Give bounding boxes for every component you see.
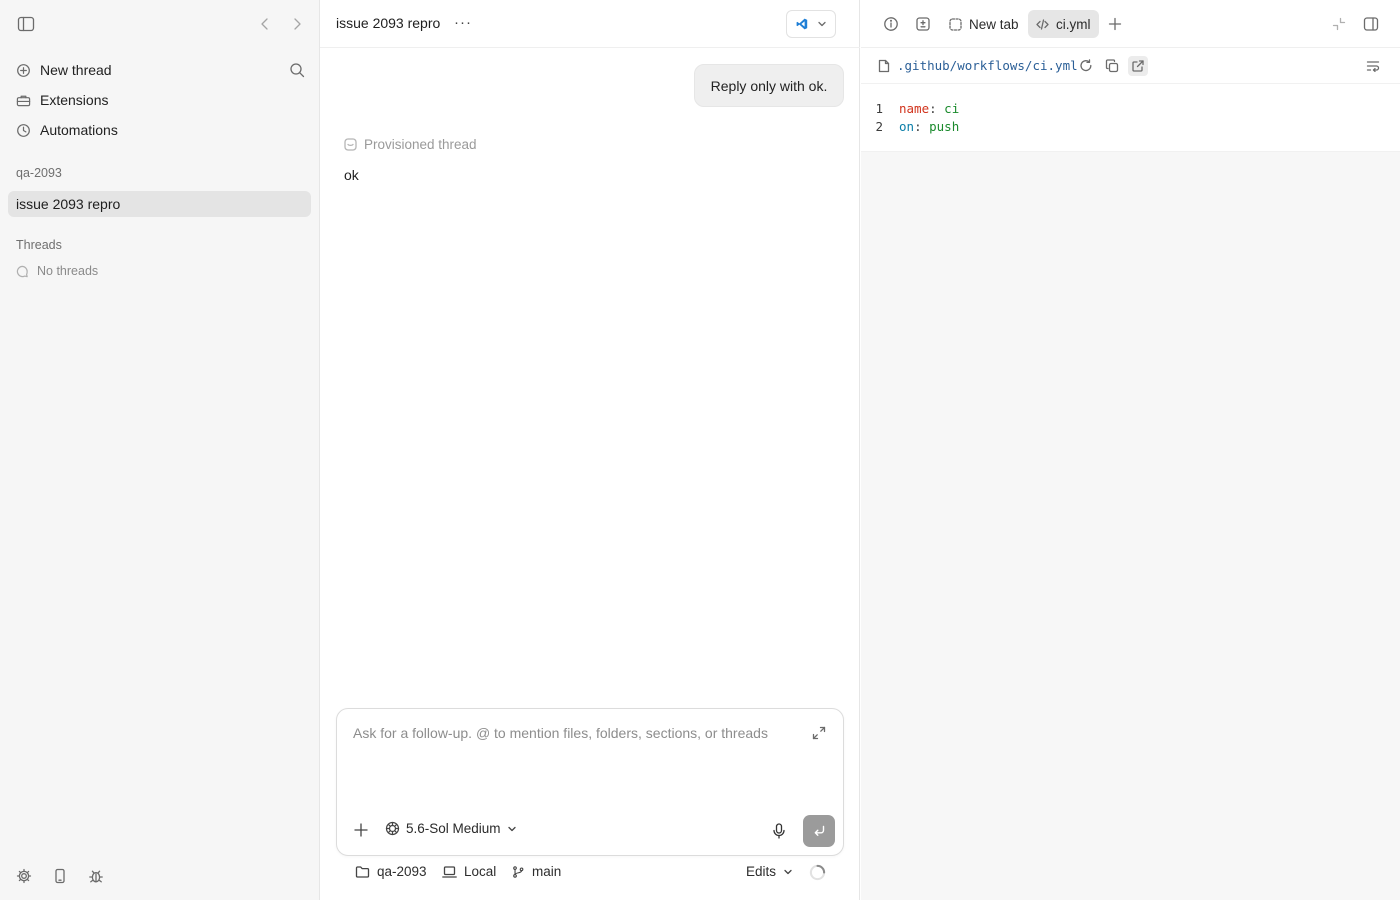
automations-label: Automations <box>40 122 118 138</box>
chat-bubble-icon <box>16 265 28 277</box>
model-selector[interactable]: 5.6-Sol Medium <box>385 821 517 836</box>
toolbox-icon <box>16 95 31 106</box>
sidebar-toggle-icon[interactable] <box>17 16 35 32</box>
file-icon <box>878 59 890 73</box>
chevron-down-icon <box>817 21 826 27</box>
word-wrap-icon[interactable] <box>1366 59 1380 73</box>
tab-label: ci.yml <box>1056 16 1091 32</box>
sidebar-thread-item[interactable]: issue 2093 repro <box>8 191 311 217</box>
git-branch-icon <box>513 865 524 878</box>
yaml-separator: : <box>929 101 937 116</box>
code-icon <box>1036 18 1049 30</box>
copy-icon[interactable] <box>1105 59 1119 73</box>
empty-threads: No threads <box>16 264 98 278</box>
chevron-down-icon <box>507 826 516 831</box>
environment-label: Local <box>464 864 497 879</box>
line-number: 2 <box>875 119 883 134</box>
panel-toggle-icon[interactable] <box>1363 16 1379 32</box>
line-number: 1 <box>875 101 883 116</box>
empty-threads-label: No threads <box>37 264 99 278</box>
info-icon[interactable] <box>883 16 899 32</box>
clock-icon <box>17 123 30 137</box>
provisioned-thread-status: Provisioned thread <box>344 137 477 152</box>
tab-ci-yml[interactable]: ci.yml <box>1028 10 1099 38</box>
new-thread-button[interactable]: New thread <box>16 59 112 81</box>
external-link-icon <box>1132 60 1144 72</box>
laptop-icon <box>442 865 457 878</box>
yaml-value: ci <box>944 101 960 116</box>
search-icon[interactable] <box>289 62 305 78</box>
follow-up-input[interactable] <box>353 725 793 741</box>
open-external-button[interactable] <box>1128 56 1148 76</box>
composer: 5.6-Sol Medium <box>336 708 844 856</box>
edits-label: Edits <box>746 864 777 879</box>
edits-dropdown[interactable]: Edits <box>746 864 793 879</box>
plus-circle-icon <box>17 63 30 77</box>
phone-icon[interactable] <box>52 868 68 884</box>
expand-icon[interactable] <box>812 726 826 740</box>
assistant-reply: ok <box>344 167 359 183</box>
more-options-icon[interactable]: ··· <box>454 14 472 31</box>
sidebar: New thread Extensions Automations qa-209… <box>0 0 320 900</box>
thread-title: issue 2093 repro <box>336 15 441 31</box>
tab-label: New tab <box>969 16 1019 32</box>
yaml-value: push <box>929 119 960 134</box>
folder-selector[interactable]: qa-2093 <box>355 864 427 879</box>
project-label[interactable]: qa-2093 <box>16 166 62 180</box>
code-line: 1 name: ci <box>861 101 959 119</box>
sidebar-header <box>0 0 320 48</box>
editor-panel: New tab ci.yml .github/workflows/ci.yml <box>861 0 1400 900</box>
yaml-key: name <box>899 101 930 116</box>
folder-icon <box>355 865 370 878</box>
new-thread-label: New thread <box>40 62 112 78</box>
chat-panel: issue 2093 repro ··· Reply only with ok.… <box>320 0 860 900</box>
open-in-editor-button[interactable] <box>786 10 836 38</box>
yaml-separator: : <box>914 119 922 134</box>
diff-icon[interactable] <box>915 16 931 32</box>
loading-spinner-icon <box>809 864 826 881</box>
code-view[interactable]: 1 name: ci 2 on: push <box>861 84 1400 152</box>
dashed-square-icon <box>949 17 962 31</box>
microphone-icon[interactable] <box>772 823 786 839</box>
provisioned-label: Provisioned thread <box>364 137 477 152</box>
branch-selector[interactable]: main <box>512 864 561 879</box>
refresh-icon[interactable] <box>1079 59 1093 73</box>
send-button[interactable] <box>803 815 835 847</box>
file-path[interactable]: .github/workflows/ci.yml <box>897 58 1078 73</box>
folder-label: qa-2093 <box>377 864 427 879</box>
chat-header: issue 2093 repro ··· <box>320 0 860 48</box>
vscode-icon <box>796 18 807 30</box>
user-message: Reply only with ok. <box>694 64 844 107</box>
collapse-icon[interactable] <box>1331 16 1347 32</box>
chevron-down-icon <box>784 869 792 874</box>
editor-tab-bar: New tab ci.yml <box>861 0 1400 48</box>
add-attachment-icon[interactable] <box>354 823 368 837</box>
gear-icon[interactable] <box>16 868 32 884</box>
provisioned-icon <box>344 138 357 151</box>
extensions-button[interactable]: Extensions <box>16 89 108 111</box>
tab-new-tab[interactable]: New tab <box>941 10 1027 38</box>
file-bar: .github/workflows/ci.yml <box>861 48 1400 84</box>
chevron-right-icon[interactable] <box>290 16 304 32</box>
add-tab-icon[interactable] <box>1108 17 1122 31</box>
bug-icon[interactable] <box>88 868 104 884</box>
chevron-left-icon[interactable] <box>258 16 272 32</box>
code-line: 2 on: push <box>861 119 959 137</box>
extensions-label: Extensions <box>40 92 109 108</box>
yaml-key: on <box>899 119 915 134</box>
threads-section-label: Threads <box>16 238 62 252</box>
send-icon <box>814 825 825 836</box>
branch-label: main <box>532 864 562 879</box>
automations-button[interactable]: Automations <box>16 119 118 141</box>
environment-selector[interactable]: Local <box>442 864 496 879</box>
model-logo-icon <box>385 821 400 836</box>
model-label: 5.6-Sol Medium <box>406 821 501 836</box>
editor-empty-area <box>861 152 1400 900</box>
